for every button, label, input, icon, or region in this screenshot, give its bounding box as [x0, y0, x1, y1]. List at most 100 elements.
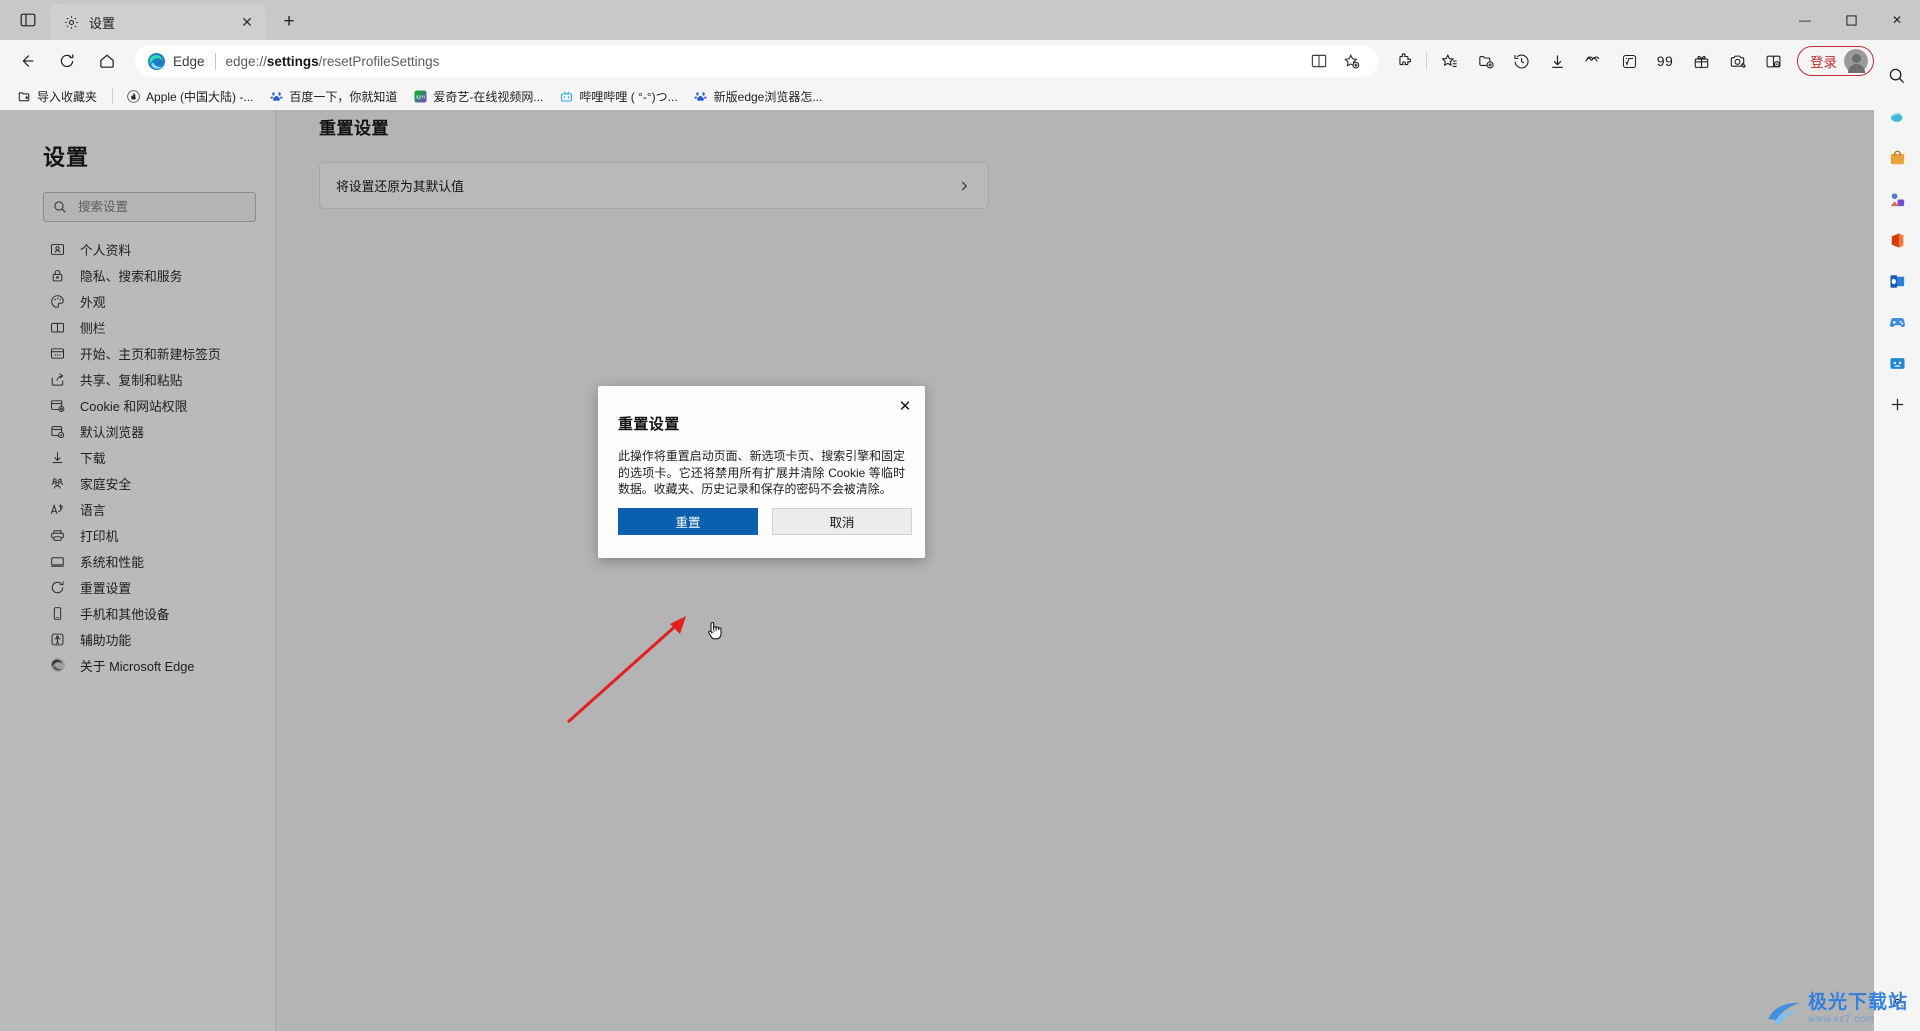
reset-settings-dialog: ✕ 重置设置 此操作将重置启动页面、新选项卡页、搜索引擎和固定的选项卡。它还将禁…: [598, 386, 925, 558]
palette-icon: [49, 293, 66, 310]
add-rail-icon[interactable]: [1881, 388, 1913, 420]
sidebar-item-reset-settings[interactable]: 重置设置: [0, 574, 275, 600]
close-icon[interactable]: ✕: [892, 393, 918, 419]
bookmark-item[interactable]: iQIYI 爱奇艺-在线视频网...: [406, 85, 550, 107]
badge-count-label: 99: [1656, 53, 1674, 69]
cancel-button[interactable]: 取消: [772, 508, 912, 535]
add-to-collection-icon[interactable]: [1467, 45, 1503, 77]
settings-sidebar: 设置 个人资料: [0, 110, 276, 1031]
tab-strip: 设置 ✕ + — ✕: [0, 0, 1920, 40]
sidebar-item-profile[interactable]: 个人资料: [0, 236, 275, 262]
sidebar-item-privacy[interactable]: 隐私、搜索和服务: [0, 262, 275, 288]
sidebar-item-share[interactable]: 共享、复制和粘贴: [0, 366, 275, 392]
sidebar-item-phone-devices[interactable]: 手机和其他设备: [0, 600, 275, 626]
sidebar-item-appearance[interactable]: 外观: [0, 288, 275, 314]
sidebar-item-downloads[interactable]: 下载: [0, 444, 275, 470]
new-tab-button[interactable]: +: [272, 7, 306, 37]
search-input[interactable]: [76, 199, 236, 215]
browser-tab[interactable]: 设置 ✕: [50, 4, 266, 40]
bookmark-item[interactable]: 新版edge浏览器怎...: [687, 85, 830, 107]
edge-side-rail: [1874, 56, 1920, 1031]
copilot-rail-icon[interactable]: [1881, 101, 1913, 133]
screenshot-icon[interactable]: [1719, 45, 1755, 77]
apple-icon: [126, 89, 140, 103]
sidebar-item-label: 语言: [80, 502, 106, 518]
confirm-reset-button[interactable]: 重置: [618, 508, 758, 535]
downloads-icon[interactable]: [1539, 45, 1575, 77]
gift-rewards-icon[interactable]: [1683, 45, 1719, 77]
svg-text:iQIYI: iQIYI: [416, 94, 425, 99]
edge-logo-icon: [147, 52, 166, 71]
accessibility-icon: [49, 631, 66, 648]
badge-count[interactable]: 99: [1647, 45, 1683, 77]
back-icon[interactable]: [9, 45, 45, 77]
split-window-icon[interactable]: [1755, 45, 1791, 77]
system-icon: [49, 553, 66, 570]
bookmark-label: 百度一下，你就知道: [289, 89, 398, 104]
search-rail-icon[interactable]: [1881, 60, 1913, 92]
watermark-swoosh-icon: [1766, 999, 1802, 1025]
address-bar[interactable]: Edge edge://settings/resetProfileSetting…: [135, 45, 1378, 77]
office-rail-icon[interactable]: [1881, 224, 1913, 256]
maximize-button[interactable]: [1828, 4, 1874, 36]
watermark-title: 极光下载站: [1807, 992, 1908, 1013]
outlook-rail-icon[interactable]: [1881, 265, 1913, 297]
restore-defaults-row[interactable]: 将设置还原为其默认值: [319, 162, 989, 209]
tab-search-icon[interactable]: [6, 2, 50, 38]
toolbar-separator: [1426, 52, 1427, 70]
sidebar-item-startpage[interactable]: 开始、主页和新建标签页: [0, 340, 275, 366]
sidebar-item-system[interactable]: 系统和性能: [0, 548, 275, 574]
url-prefix: edge://: [225, 53, 267, 69]
baidu-icon: [269, 89, 283, 103]
bookmark-label: 爱奇艺-在线视频网...: [433, 89, 544, 104]
import-favorites-button[interactable]: 导入收藏夹: [10, 85, 104, 107]
sidebar-item-accessibility[interactable]: 辅助功能: [0, 626, 275, 652]
shopping-rail-icon[interactable]: [1881, 142, 1913, 174]
sidebar-item-about-edge[interactable]: 关于 Microsoft Edge: [0, 652, 275, 678]
bookmark-item[interactable]: 百度一下，你就知道: [262, 85, 404, 107]
math-solver-icon[interactable]: [1611, 45, 1647, 77]
omnibox-brand-label: Edge: [173, 53, 205, 69]
sidebar-item-family-safety[interactable]: 家庭安全: [0, 470, 275, 496]
cookie-permissions-icon: [49, 397, 66, 414]
history-icon[interactable]: [1503, 45, 1539, 77]
share-icon: [49, 371, 66, 388]
collections-icon[interactable]: [1431, 45, 1467, 77]
sidebar-item-languages[interactable]: 语言: [0, 496, 275, 522]
bookmark-item[interactable]: 哔哩哔哩 ( °-°)つ...: [552, 85, 684, 107]
sidebar-icon: [49, 319, 66, 336]
sidebar-item-cookies[interactable]: Cookie 和网站权限: [0, 392, 275, 418]
family-safety-icon: [49, 475, 66, 492]
dropbox-rail-icon[interactable]: [1881, 347, 1913, 379]
tools-rail-icon[interactable]: [1881, 183, 1913, 215]
baidu-icon: [694, 89, 708, 103]
bookmarks-separator: [112, 88, 114, 104]
home-icon[interactable]: [89, 45, 125, 77]
avatar-body: [1847, 64, 1865, 73]
bookmark-item[interactable]: Apple (中国大陆) -...: [119, 85, 260, 107]
performance-icon[interactable]: [1575, 45, 1611, 77]
sidebar-item-printers[interactable]: 打印机: [0, 522, 275, 548]
sidebar-item-sidebar[interactable]: 侧栏: [0, 314, 275, 340]
add-favorite-icon[interactable]: [1336, 47, 1366, 75]
close-window-button[interactable]: ✕: [1874, 4, 1920, 36]
refresh-icon[interactable]: [49, 45, 85, 77]
minimize-button[interactable]: —: [1782, 4, 1828, 36]
close-icon[interactable]: ✕: [236, 11, 258, 33]
omnibox-url-text: edge://settings/resetProfileSettings: [226, 54, 440, 69]
games-rail-icon[interactable]: [1881, 306, 1913, 338]
signin-button[interactable]: 登录: [1797, 46, 1874, 76]
split-screen-icon[interactable]: [1304, 47, 1334, 75]
tab-title: 设置: [89, 15, 116, 31]
bookmarks-bar: 导入收藏夹 Apple (中国大陆) -... 百度一下，你就知道 iQIYI …: [0, 82, 1920, 110]
page-title: 设置: [43, 145, 90, 170]
language-icon: [49, 501, 66, 518]
sidebar-item-default-browser[interactable]: 默认浏览器: [0, 418, 275, 444]
chevron-right-icon: [957, 179, 971, 193]
bookmark-label: 新版edge浏览器怎...: [713, 89, 823, 104]
bilibili-icon: [559, 89, 573, 103]
search-settings-box[interactable]: [43, 192, 256, 222]
url-bold: settings: [266, 53, 319, 69]
sidebar-item-label: 家庭安全: [80, 476, 132, 492]
extensions-icon[interactable]: [1386, 45, 1422, 77]
